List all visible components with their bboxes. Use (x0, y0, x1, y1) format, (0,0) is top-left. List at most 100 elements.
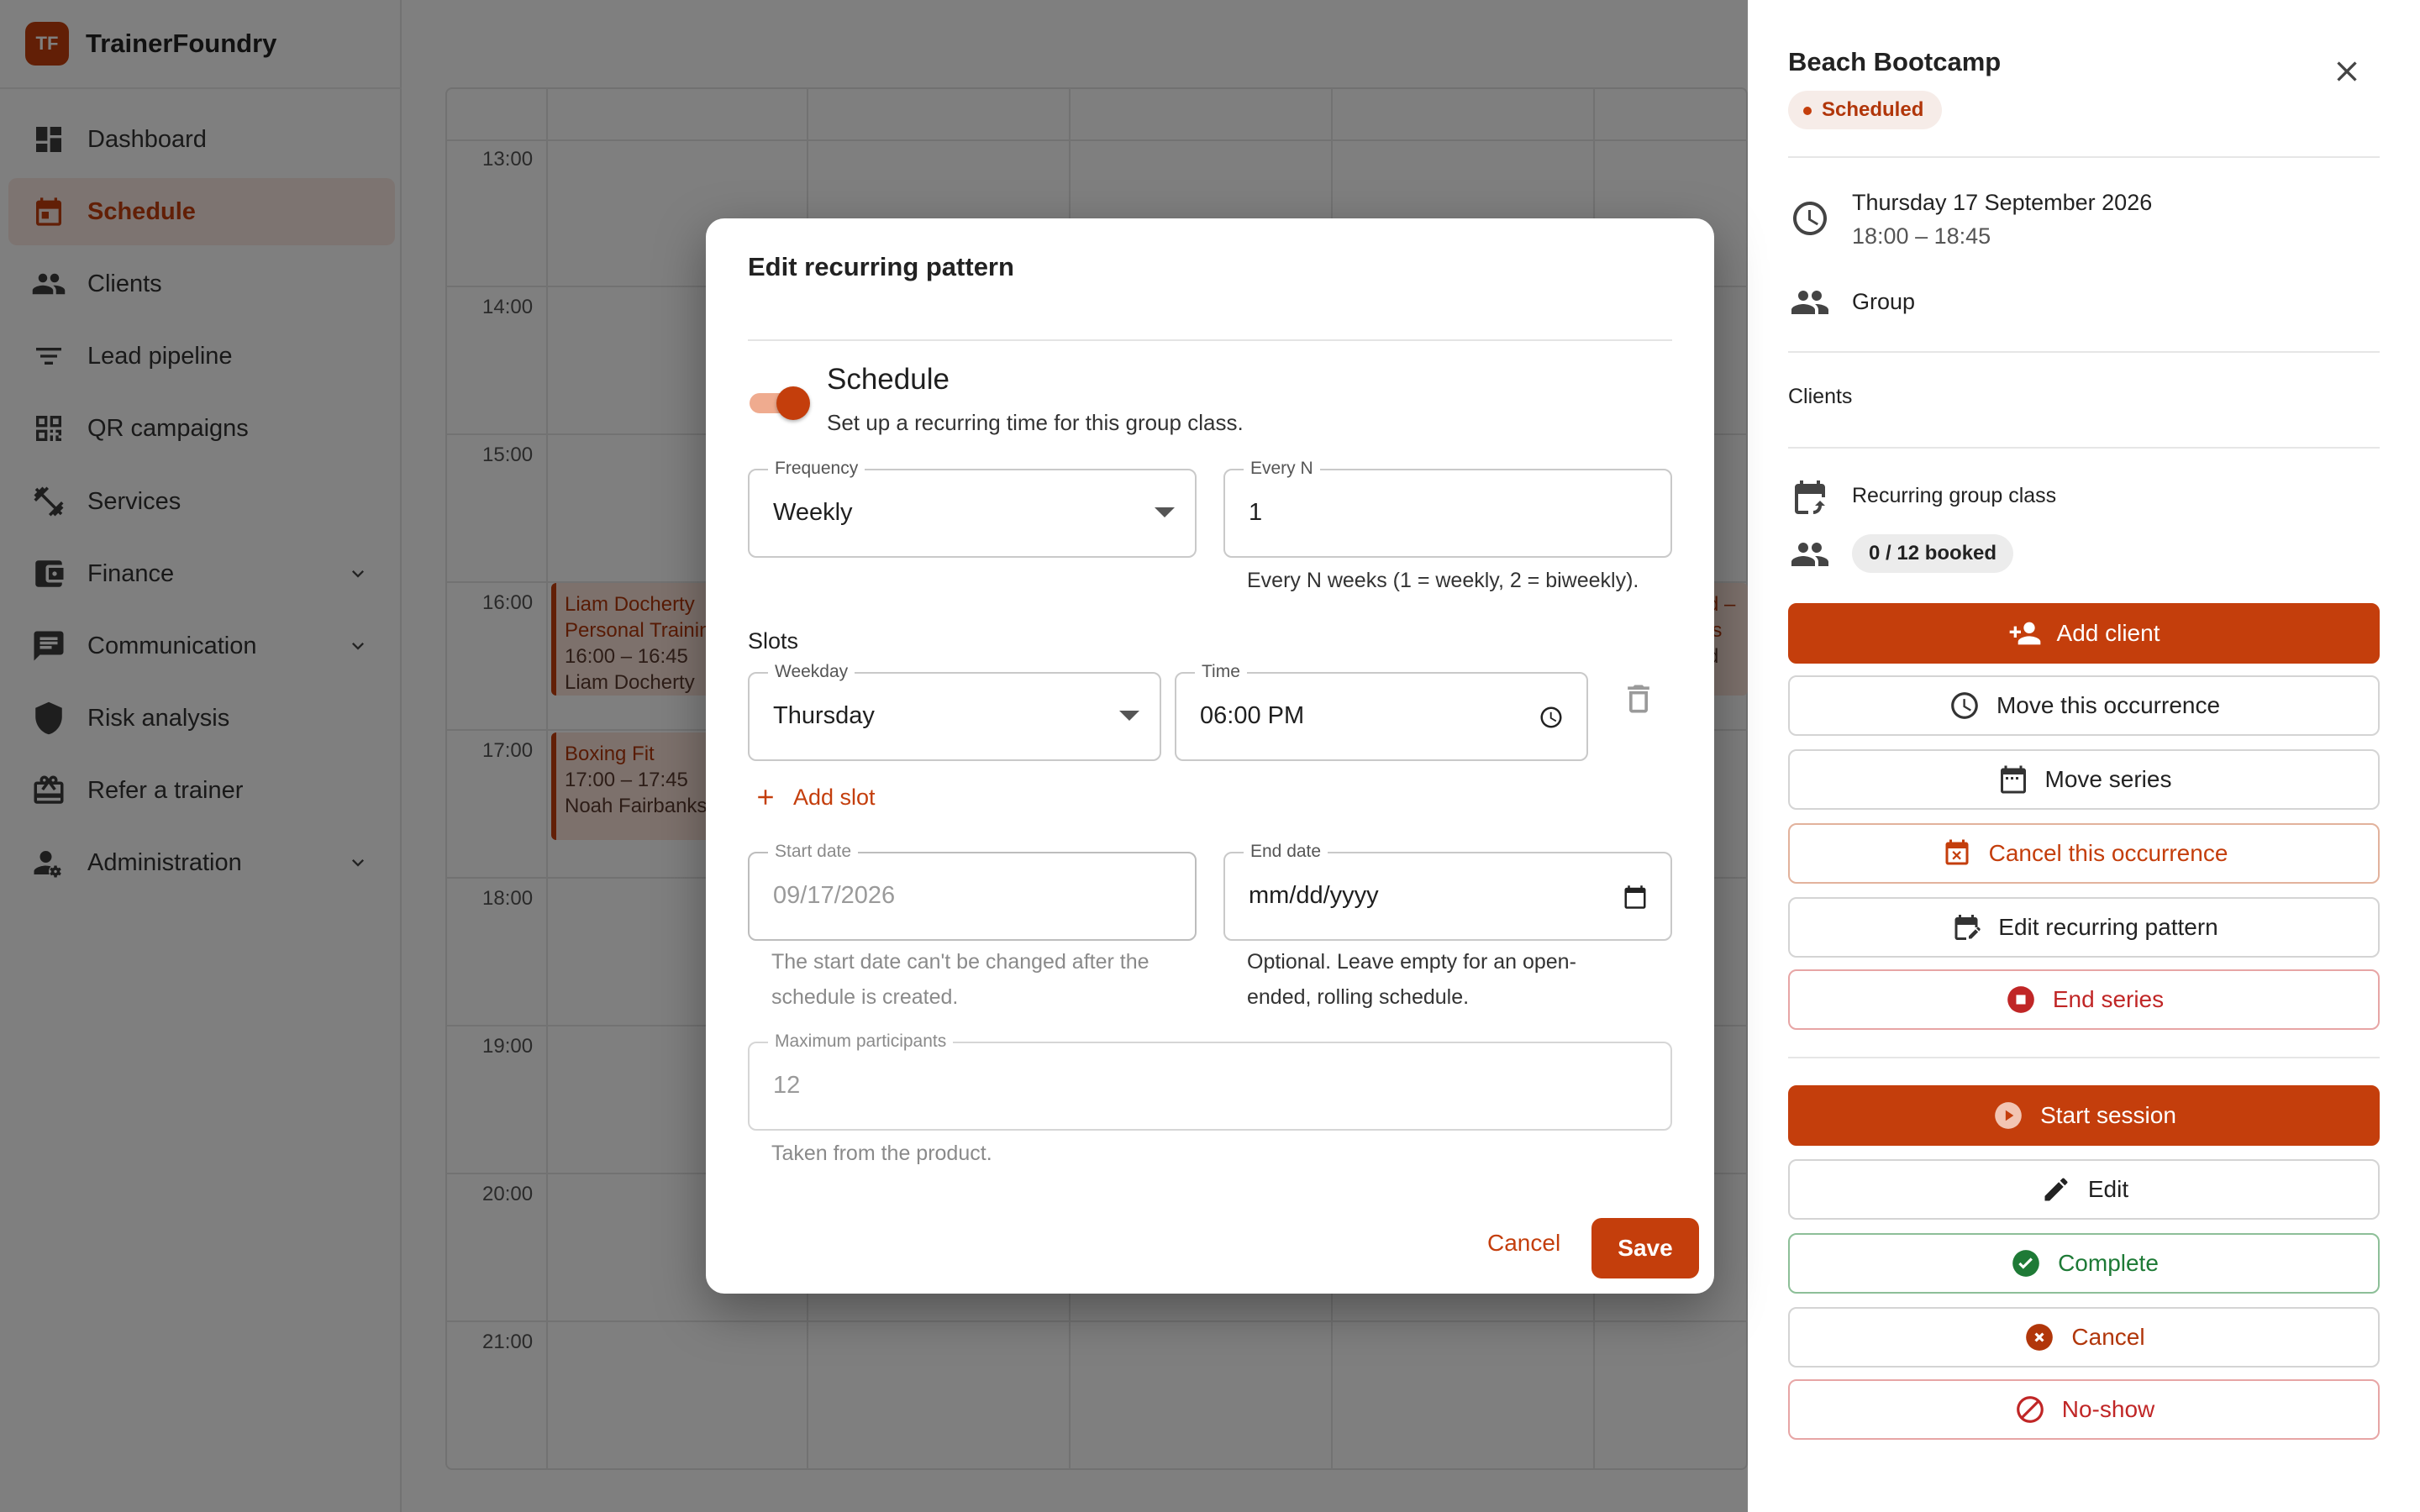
session-type: Group (1852, 289, 1916, 314)
end-date-helper-text: Optional. Leave empty for an open- (1247, 950, 1576, 974)
start-session-button[interactable]: Start session (1788, 1085, 2380, 1146)
field-label: Maximum participants (768, 1032, 954, 1052)
frequency-select[interactable]: Frequency Weekly (748, 459, 1197, 558)
plus-icon (758, 790, 773, 805)
field-value: mm/dd/yyyy (1249, 882, 1379, 909)
clock-icon (1948, 689, 1981, 722)
end-series-button[interactable]: End series (1788, 969, 2380, 1030)
button-label: Add slot (793, 784, 876, 810)
calendar-icon[interactable] (1620, 882, 1650, 912)
field-label: Start date (768, 842, 859, 862)
field-label: End date (1244, 842, 1328, 862)
schedule-description: Set up a recurring time for this group c… (827, 410, 1244, 435)
button-label: Complete (2058, 1250, 2159, 1276)
cancel-session-button[interactable]: Cancel (1788, 1307, 2380, 1368)
cancel-occurrence-button[interactable]: Cancel this occurrence (1788, 823, 2380, 884)
button-label: Cancel (2071, 1324, 2145, 1350)
complete-button[interactable]: Complete (1788, 1233, 2380, 1294)
no-show-button[interactable]: No-show (1788, 1379, 2380, 1440)
start-date-input: Start date 09/17/2026 (748, 842, 1197, 941)
calendar-icon (1996, 763, 2030, 796)
button-label: Move this occurrence (1996, 692, 2221, 718)
button-label: End series (2052, 986, 2165, 1012)
close-button[interactable] (2328, 52, 2366, 91)
edit-recurring-pattern-dialog: Edit recurring pattern Schedule Set up a… (706, 218, 1714, 1294)
cancel-button[interactable]: Cancel (1470, 1218, 1577, 1268)
move-occurrence-button[interactable]: Move this occurrence (1788, 675, 2380, 736)
recurring-label: Recurring group class (1852, 484, 2057, 507)
event-repeat-icon (1788, 475, 1832, 519)
edit-calendar-icon (1949, 911, 1983, 944)
move-series-button[interactable]: Move series (1788, 749, 2380, 810)
button-label: Add client (2056, 620, 2160, 646)
every-n-helper-text: Every N weeks (1 = weekly, 2 = biweekly)… (1247, 569, 1639, 592)
clock-icon[interactable] (1536, 702, 1566, 732)
add-slot-button[interactable]: Add slot (753, 776, 876, 818)
field-value: 12 (773, 1072, 801, 1099)
edit-button[interactable]: Edit (1788, 1159, 2380, 1220)
field-value: 1 (1249, 499, 1263, 526)
field-label: Weekday (768, 662, 855, 682)
dropdown-arrow-icon (1119, 711, 1139, 721)
field-label: Every N (1244, 459, 1320, 479)
panel-title: Beach Bootcamp (1788, 47, 2002, 76)
play-circle-icon (1991, 1099, 2025, 1132)
clients-label: Clients (1788, 385, 1853, 408)
divider (1788, 447, 2380, 449)
delete-slot-button[interactable] (1618, 679, 1659, 719)
person-add-icon (2008, 617, 2042, 650)
booked-count-badge: 0 / 12 booked (1852, 534, 2014, 573)
divider (748, 339, 1672, 341)
save-button[interactable]: Save (1591, 1218, 1699, 1278)
divider (1788, 156, 2380, 158)
pencil-icon (2039, 1173, 2073, 1206)
people-icon (1788, 281, 1832, 324)
stop-circle-icon (2004, 983, 2038, 1016)
start-date-helper-text: The start date can't be changed after th… (771, 950, 1150, 974)
status-text: Scheduled (1822, 98, 1924, 121)
field-value: Thursday (773, 702, 875, 729)
add-client-button[interactable]: Add client (1788, 603, 2380, 664)
weekday-select[interactable]: Weekday Thursday (748, 662, 1161, 761)
button-label: Cancel this occurrence (1988, 840, 2228, 866)
every-n-input[interactable]: Every N 1 (1223, 459, 1672, 558)
status-dot (1803, 107, 1812, 115)
button-label: Edit recurring pattern (1998, 914, 2218, 940)
status-badge: Scheduled (1788, 91, 1943, 129)
max-participants-helper-text: Taken from the product. (771, 1142, 992, 1165)
divider (1788, 351, 2380, 353)
event-busy-icon (1940, 837, 1974, 870)
cancel-circle-icon (2023, 1320, 2056, 1354)
button-label: Move series (2044, 766, 2172, 792)
button-label: No-show (2061, 1396, 2155, 1422)
session-date: Thursday 17 September 2026 (1852, 190, 2153, 215)
field-label: Time (1195, 662, 1247, 682)
clock-icon (1788, 197, 1832, 240)
divider (1788, 1057, 2380, 1058)
field-label: Frequency (768, 459, 865, 479)
session-time: 18:00 – 18:45 (1852, 223, 1991, 249)
button-label: Start session (2040, 1102, 2176, 1128)
schedule-title: Schedule (827, 363, 950, 396)
max-participants-input: Maximum participants 12 (748, 1032, 1672, 1131)
check-circle-icon (2009, 1247, 2043, 1280)
field-value: Weekly (773, 499, 853, 526)
people-icon (1788, 533, 1832, 576)
end-date-helper-text: ended, rolling schedule. (1247, 985, 1470, 1009)
button-label: Edit (2087, 1176, 2129, 1202)
close-icon (2337, 61, 2357, 81)
field-value: 06:00 PM (1200, 702, 1305, 729)
dialog-title: Edit recurring pattern (748, 252, 1014, 281)
toggle-knob (776, 386, 810, 420)
field-value: 09/17/2026 (773, 882, 896, 909)
trash-icon (1628, 685, 1649, 713)
session-detail-panel: Beach Bootcamp Scheduled Thursday 17 Sep… (1748, 0, 2420, 1512)
time-input[interactable]: Time 06:00 PM (1175, 662, 1588, 761)
schedule-toggle[interactable] (750, 381, 812, 422)
edit-recurring-pattern-button[interactable]: Edit recurring pattern (1788, 897, 2380, 958)
end-date-input[interactable]: End date mm/dd/yyyy (1223, 842, 1672, 941)
dropdown-arrow-icon (1155, 507, 1175, 517)
slots-heading: Slots (748, 628, 799, 654)
start-date-helper-text: schedule is created. (771, 985, 959, 1009)
block-icon (2013, 1393, 2047, 1426)
